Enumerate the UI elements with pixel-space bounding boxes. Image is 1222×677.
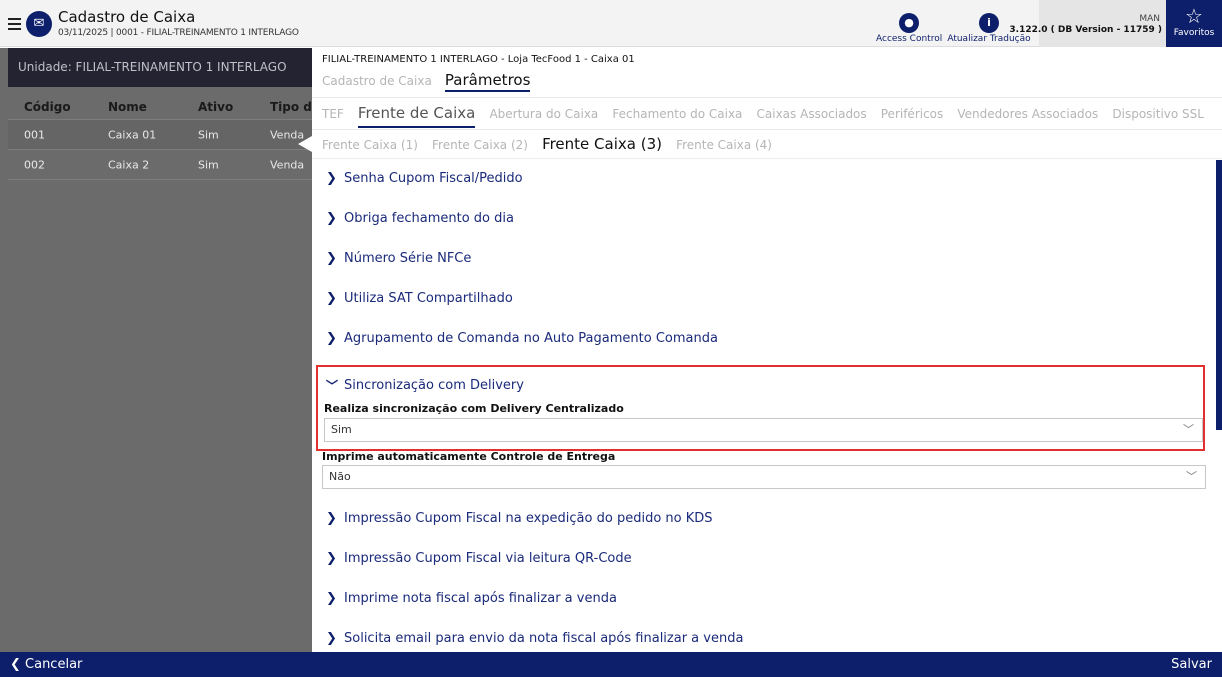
footer-bar: ❮ Cancelar Salvar — [0, 652, 1222, 677]
unit-label: Unidade: FILIAL-TREINAMENTO 1 INTERLAGO — [8, 48, 312, 87]
tab-cadastro-de-caixa[interactable]: Cadastro de Caixa — [322, 74, 432, 88]
tab-tef[interactable]: TEF — [322, 99, 344, 129]
tab-fechamento-do-caixa[interactable]: Fechamento do Caixa — [612, 99, 742, 129]
column-header[interactable]: Nome — [108, 100, 147, 114]
cancel-button[interactable]: ❮ Cancelar — [10, 657, 82, 672]
column-header[interactable]: Código — [24, 100, 71, 114]
tab-frente-de-caixa[interactable]: Frente de Caixa — [357, 100, 476, 128]
section-agrupamento-comanda[interactable]: ❯ Agrupamento de Comanda no Auto Pagamen… — [322, 320, 1206, 358]
table-row[interactable]: 002 Caixa 2 Sim Venda — [8, 150, 312, 180]
menu-icon[interactable] — [8, 18, 21, 31]
user-name: MAN — [1139, 14, 1160, 24]
version-text: 3.122.0 ( DB Version - 11759 ) — [1009, 25, 1162, 35]
chevron-right-icon: ❯ — [326, 591, 337, 606]
table-row[interactable]: 001 Caixa 01 Sim Venda — [8, 120, 312, 150]
chevron-down-icon: ﹀ — [1186, 470, 1197, 483]
chevron-right-icon: ❯ — [326, 631, 337, 646]
breadcrumb: FILIAL-TREINAMENTO 1 INTERLAGO - Loja Te… — [322, 54, 635, 65]
access-control-button[interactable]: ● Access Control — [876, 0, 942, 47]
chevron-down-icon: ﹀ — [1183, 423, 1194, 436]
tab-abertura-do-caixa[interactable]: Abertura do Caixa — [489, 99, 598, 129]
selection-pointer-icon — [298, 136, 312, 152]
cash-register-list-panel: Unidade: FILIAL-TREINAMENTO 1 INTERLAGO … — [0, 48, 312, 652]
chevron-right-icon: ❯ — [326, 511, 337, 526]
parameter-tabs: TEF Frente de Caixa Abertura do Caixa Fe… — [312, 97, 1222, 130]
section-sincronizacao-delivery: ﹀ Sincronização com Delivery Realiza sin… — [316, 365, 1205, 451]
section-numero-serie-nfce[interactable]: ❯ Número Série NFCe — [322, 240, 1206, 278]
print-delivery-control-label: Imprime automaticamente Controle de Entr… — [322, 450, 616, 463]
main-tabs: Cadastro de Caixa Parâmetros — [322, 70, 538, 92]
section-cupom-qr-code[interactable]: ❯ Impressão Cupom Fiscal via leitura QR-… — [322, 540, 1206, 578]
tab-frente-caixa-3[interactable]: Frente Caixa (3) — [542, 131, 662, 157]
page-title: Cadastro de Caixa — [58, 8, 196, 26]
parameter-sections: ❯ Senha Cupom Fiscal/Pedido ❯ Obriga fec… — [312, 160, 1216, 652]
column-header[interactable]: Ativo — [198, 100, 233, 114]
section-senha-cupom-fiscal[interactable]: ❯ Senha Cupom Fiscal/Pedido — [322, 160, 1206, 198]
tab-perifericos[interactable]: Periféricos — [881, 99, 944, 129]
save-button[interactable]: Salvar — [1171, 657, 1212, 672]
chevron-down-icon[interactable]: ﹀ — [326, 377, 338, 394]
tab-frente-caixa-2[interactable]: Frente Caixa (2) — [432, 132, 528, 158]
tab-frente-caixa-4[interactable]: Frente Caixa (4) — [676, 132, 772, 158]
tab-dispositivo-ssl[interactable]: Dispositivo SSL — [1112, 99, 1204, 129]
tab-caixas-associados[interactable]: Caixas Associados — [757, 99, 867, 129]
star-icon: ☆ — [1185, 4, 1203, 28]
app-header: ✉ Cadastro de Caixa 03/11/2025 | 0001 - … — [0, 0, 1222, 47]
chevron-right-icon: ❯ — [326, 331, 337, 346]
scrollbar[interactable] — [1216, 160, 1222, 430]
chevron-right-icon: ❯ — [326, 171, 337, 186]
delivery-sync-select[interactable]: Sim ﹀ — [324, 418, 1203, 442]
chevron-right-icon: ❯ — [326, 251, 337, 266]
print-delivery-control-select[interactable]: Não ﹀ — [322, 465, 1206, 489]
tab-frente-caixa-1[interactable]: Frente Caixa (1) — [322, 132, 418, 158]
section-title[interactable]: Sincronização com Delivery — [344, 378, 524, 393]
favorites-button[interactable]: ☆ Favoritos — [1166, 0, 1222, 47]
cash-register-table: Código Nome Ativo Tipo do 001 Caixa 01 S… — [8, 94, 312, 180]
detail-panel: FILIAL-TREINAMENTO 1 INTERLAGO - Loja Te… — [312, 48, 1222, 652]
tab-vendedores-associados[interactable]: Vendedores Associados — [957, 99, 1098, 129]
chevron-right-icon: ❯ — [326, 211, 337, 226]
chevron-right-icon: ❯ — [326, 291, 337, 306]
tab-parametros[interactable]: Parâmetros — [444, 71, 531, 92]
section-sat-compartilhado[interactable]: ❯ Utiliza SAT Compartilhado — [322, 280, 1206, 318]
info-icon: i — [979, 13, 999, 33]
section-obriga-fechamento[interactable]: ❯ Obriga fechamento do dia — [322, 200, 1206, 238]
section-imprime-nota-fiscal[interactable]: ❯ Imprime nota fiscal após finalizar a v… — [322, 580, 1206, 618]
page-subtitle: 03/11/2025 | 0001 - FILIAL-TREINAMENTO 1… — [58, 28, 299, 38]
section-cupom-kds[interactable]: ❯ Impressão Cupom Fiscal na expedição do… — [322, 500, 1206, 538]
update-translation-button[interactable]: i Atualizar Tradução — [944, 0, 1034, 47]
cash-register-logo-icon: ✉ — [26, 11, 52, 37]
lock-icon: ● — [899, 13, 919, 33]
section-solicita-email[interactable]: ❯ Solicita email para envio da nota fisc… — [322, 620, 1206, 652]
frente-caixa-tabs: Frente Caixa (1) Frente Caixa (2) Frente… — [312, 131, 1222, 159]
version-info: MAN 3.122.0 ( DB Version - 11759 ) — [1009, 0, 1166, 47]
delivery-sync-label: Realiza sincronização com Delivery Centr… — [324, 402, 624, 415]
column-header[interactable]: Tipo do — [270, 100, 312, 114]
chevron-right-icon: ❯ — [326, 551, 337, 566]
table-header: Código Nome Ativo Tipo do — [8, 94, 312, 120]
